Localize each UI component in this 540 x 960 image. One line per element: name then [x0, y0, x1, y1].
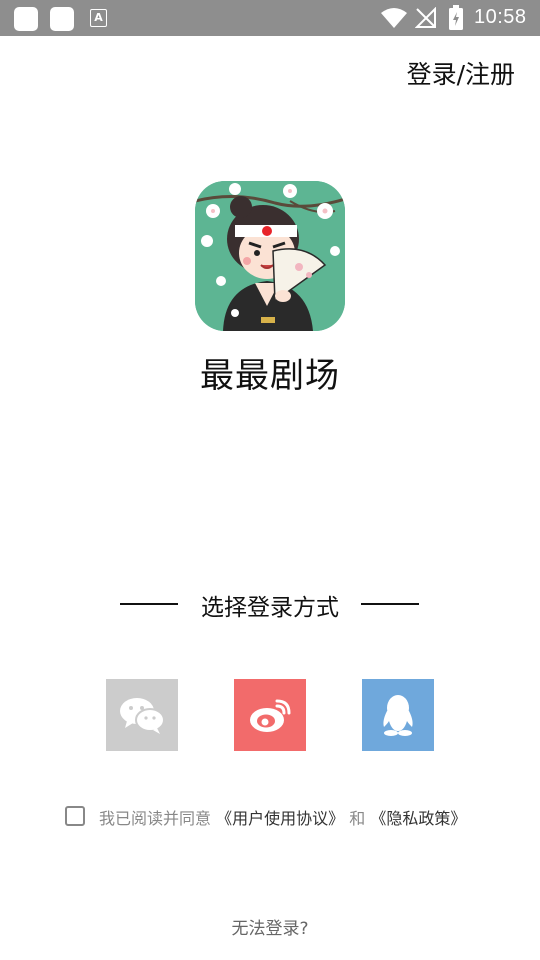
user-agreement-link[interactable]: 《用户使用协议》	[216, 809, 344, 828]
status-bar: A 10:58	[0, 0, 540, 36]
app-icon	[14, 7, 38, 31]
agreement-checkbox[interactable]	[65, 806, 85, 826]
weibo-icon	[250, 699, 291, 732]
app-icon	[50, 7, 74, 31]
text-notification-icon: A	[90, 9, 107, 27]
weibo-login-button[interactable]	[234, 679, 306, 751]
wifi-icon	[381, 8, 407, 28]
wechat-login-button[interactable]	[106, 679, 178, 751]
cannot-login-link[interactable]: 无法登录?	[0, 914, 540, 939]
clock: 10:58	[474, 6, 527, 28]
qq-login-button[interactable]	[362, 679, 434, 751]
agreement-prefix: 我已阅读并同意	[99, 809, 212, 828]
app-name: 最最剧场	[200, 356, 340, 396]
battery-charging-icon	[449, 5, 463, 30]
no-signal-icon	[415, 7, 436, 28]
wechat-icon	[120, 698, 165, 734]
agreement-and: 和	[349, 809, 366, 828]
privacy-policy-link[interactable]: 《隐私政策》	[370, 809, 466, 828]
theater-character-logo	[195, 181, 345, 331]
login-method-title: 选择登录方式	[201, 595, 339, 621]
divider-line	[361, 603, 419, 605]
qq-icon	[383, 695, 413, 736]
agreement-text: 我已阅读并同意 《用户使用协议》 和 《隐私政策》	[99, 805, 466, 829]
login-register-button[interactable]: 登录/注册	[407, 55, 515, 91]
